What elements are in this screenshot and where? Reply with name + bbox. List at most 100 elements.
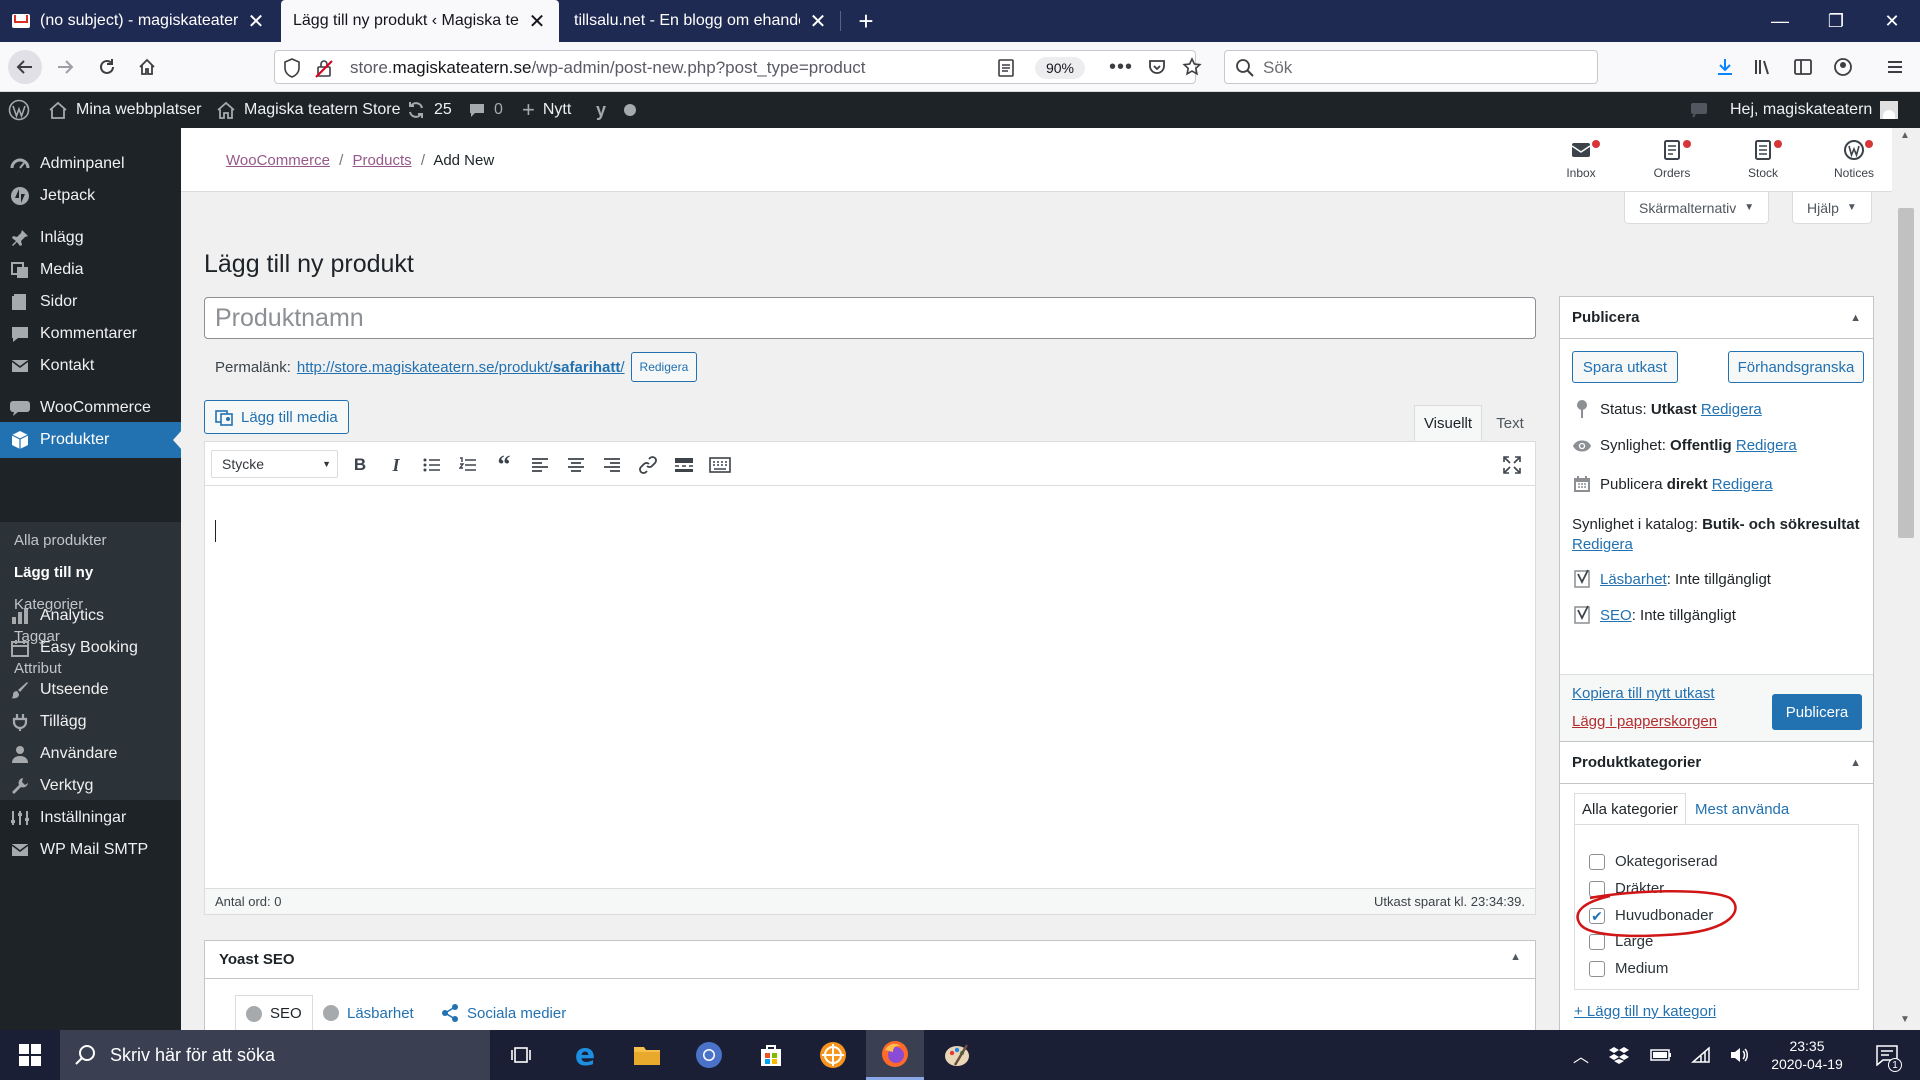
sidebar-item-woocommerce[interactable]: WooCommerce — [0, 390, 181, 426]
app-orange-icon[interactable] — [804, 1030, 862, 1080]
file-explorer-icon[interactable] — [618, 1030, 676, 1080]
wifi-icon[interactable] — [1686, 1030, 1716, 1080]
scrollbar-thumb[interactable] — [1898, 208, 1914, 538]
align-right-icon[interactable] — [599, 452, 625, 478]
wordpress-logo-icon[interactable] — [8, 92, 30, 128]
product-title-input[interactable]: Produktnamn — [204, 297, 1536, 339]
checkbox[interactable] — [1589, 960, 1605, 977]
store-icon[interactable] — [742, 1030, 800, 1080]
taskbar-search[interactable]: Skriv här för att söka — [60, 1030, 490, 1080]
window-close-icon[interactable]: ✕ — [1864, 0, 1920, 42]
category-item[interactable]: Medium — [1589, 960, 1668, 977]
permalink-edit-button[interactable]: Redigera — [630, 352, 698, 382]
dropbox-icon[interactable] — [1604, 1030, 1634, 1080]
edge-browser-icon[interactable]: e — [556, 1030, 614, 1080]
copy-to-draft-link[interactable]: Kopiera till nytt utkast — [1572, 685, 1715, 702]
edit-status-link[interactable]: Redigera — [1701, 401, 1762, 418]
category-item[interactable]: Okategoriserad — [1589, 853, 1718, 870]
browser-tab-gmail[interactable]: (no subject) - magiskateatern.se ✕ — [0, 0, 278, 42]
content-editor[interactable]: Stycke ▼ B I “ — [204, 441, 1536, 915]
sidebar-item-tillägg[interactable]: Tillägg — [0, 704, 181, 740]
move-to-trash-link[interactable]: Lägg i papperskorgen — [1572, 713, 1717, 730]
yoast-tab-social[interactable]: Sociala medier — [431, 995, 577, 1031]
scroll-down-icon[interactable]: ▼ — [1900, 1014, 1910, 1025]
yoast-tab-seo[interactable]: SEO — [235, 995, 313, 1031]
seo-link[interactable]: SEO — [1600, 607, 1632, 624]
sidebar-item-jetpack[interactable]: Jetpack — [0, 178, 181, 214]
my-sites-menu[interactable]: Mina webbplatser — [48, 92, 201, 128]
save-draft-button[interactable]: Spara utkast — [1572, 351, 1678, 383]
site-name-menu[interactable]: Magiska teatern Store — [216, 92, 401, 128]
submenu-item[interactable]: Attribut — [0, 652, 181, 684]
more-actions-icon[interactable]: ••• — [1104, 50, 1138, 84]
edit-visibility-link[interactable]: Redigera — [1736, 437, 1797, 454]
close-tab-icon[interactable]: ✕ — [246, 9, 266, 34]
back-icon[interactable] — [8, 50, 42, 84]
collapse-up-icon[interactable]: ▲ — [1510, 951, 1521, 963]
read-more-icon[interactable] — [671, 452, 697, 478]
bold-icon[interactable]: B — [347, 452, 373, 478]
url-bar[interactable]: store.magiskateatern.se/wp-admin/post-ne… — [274, 50, 1196, 84]
task-view-icon[interactable] — [494, 1030, 548, 1080]
browser-search-input[interactable]: Sök — [1224, 50, 1598, 84]
italic-icon[interactable]: I — [383, 452, 409, 478]
comments-menu[interactable]: 0 — [468, 92, 503, 128]
publish-box-header[interactable]: Publicera ▲ — [1560, 297, 1873, 339]
notification-icon[interactable] — [1690, 92, 1708, 128]
battery-icon[interactable] — [1646, 1030, 1676, 1080]
insecure-lock-icon[interactable] — [315, 58, 333, 78]
account-icon[interactable] — [1826, 50, 1860, 84]
add-media-button[interactable]: Lägg till media — [204, 400, 349, 434]
collapse-up-icon[interactable]: ▲ — [1850, 757, 1861, 769]
chrome-icon[interactable] — [680, 1030, 738, 1080]
sidebar-item-adminpanel[interactable]: Adminpanel — [0, 146, 181, 182]
forward-icon[interactable] — [48, 50, 82, 84]
help-button[interactable]: Hjälp ▼ — [1792, 192, 1872, 224]
scroll-up-icon[interactable]: ▲ — [1900, 130, 1910, 141]
tab-most-used[interactable]: Mest använda — [1688, 793, 1796, 825]
breadcrumb-woocommerce[interactable]: WooCommerce — [226, 152, 330, 169]
link-icon[interactable] — [635, 452, 661, 478]
submenu-item[interactable]: Taggar — [0, 620, 181, 652]
yoast-tab-readability[interactable]: Läsbarhet — [313, 995, 424, 1031]
collapse-up-icon[interactable]: ▲ — [1850, 312, 1861, 324]
checkbox[interactable] — [1589, 853, 1605, 870]
activity-orders[interactable]: Orders — [1637, 138, 1707, 180]
minimize-icon[interactable]: — — [1752, 0, 1808, 42]
pocket-icon[interactable] — [1140, 50, 1174, 84]
download-icon[interactable] — [1708, 50, 1742, 84]
align-center-icon[interactable] — [563, 452, 589, 478]
sidebar-item-användare[interactable]: Användare — [0, 736, 181, 772]
zoom-level[interactable]: 90% — [1035, 57, 1085, 79]
new-content-menu[interactable]: + Nytt — [522, 92, 571, 128]
sidebar-toggle-icon[interactable] — [1786, 50, 1820, 84]
show-hidden-icons[interactable]: ︿ — [1566, 1030, 1596, 1080]
library-icon[interactable] — [1746, 50, 1780, 84]
activity-notices[interactable]: Notices — [1819, 138, 1889, 180]
toolbar-toggle-icon[interactable] — [707, 452, 733, 478]
submenu-item[interactable]: Lägg till ny — [0, 556, 181, 588]
edit-date-link[interactable]: Redigera — [1712, 476, 1773, 493]
firefox-icon[interactable] — [866, 1030, 924, 1080]
blockquote-icon[interactable]: “ — [491, 450, 517, 479]
windows-start-icon[interactable] — [0, 1030, 60, 1080]
align-left-icon[interactable] — [527, 452, 553, 478]
sidebar-item-inlägg[interactable]: Inlägg — [0, 220, 181, 256]
permalink-url[interactable]: http://store.magiskateatern.se/produkt/s… — [297, 359, 625, 376]
reader-view-icon[interactable] — [997, 58, 1015, 78]
restore-icon[interactable]: ❐ — [1808, 0, 1864, 42]
fullscreen-icon[interactable] — [1499, 452, 1525, 478]
readability-link[interactable]: Läsbarhet — [1600, 571, 1667, 588]
home-icon[interactable] — [130, 50, 164, 84]
close-tab-icon[interactable]: ✕ — [527, 9, 547, 34]
volume-icon[interactable] — [1724, 1030, 1754, 1080]
close-tab-icon[interactable]: ✕ — [808, 9, 828, 34]
sidebar-item-inställningar[interactable]: Inställningar — [0, 800, 181, 836]
preview-button[interactable]: Förhandsgranska — [1728, 351, 1864, 383]
new-tab-icon[interactable]: + — [846, 0, 886, 42]
action-center-icon[interactable]: 1 — [1862, 1030, 1912, 1080]
numbered-list-icon[interactable] — [455, 452, 481, 478]
updates-menu[interactable]: 25 — [406, 92, 452, 128]
sidebar-item-kommentarer[interactable]: Kommentarer — [0, 316, 181, 352]
activity-stock[interactable]: Stock — [1728, 138, 1798, 180]
